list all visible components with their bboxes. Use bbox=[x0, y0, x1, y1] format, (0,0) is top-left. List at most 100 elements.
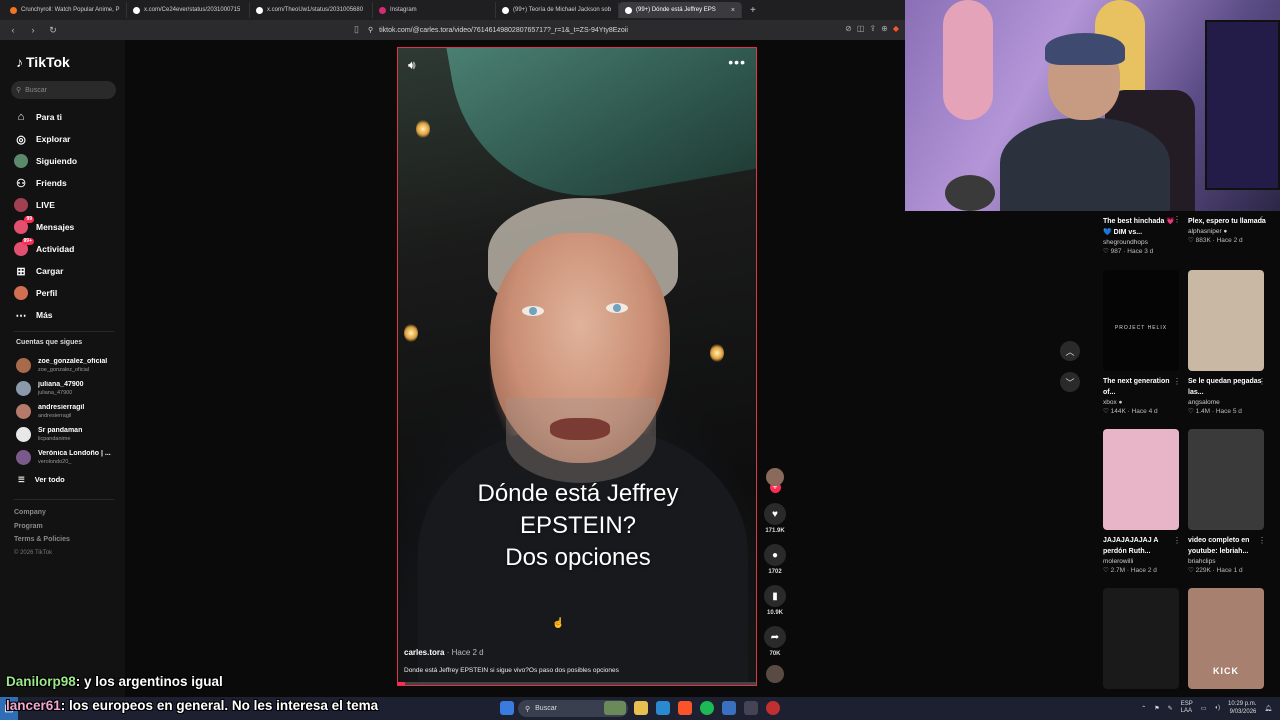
tray-app-icon[interactable]: ✎ bbox=[1168, 705, 1173, 712]
more-options-icon[interactable]: ⋮ bbox=[1173, 536, 1181, 545]
url-field[interactable]: ⚲ tiktok.com/@carles.tora/video/76146149… bbox=[368, 23, 808, 37]
network-icon[interactable]: ▭ bbox=[1201, 705, 1207, 712]
notification-bell-icon[interactable]: 🔔︎ bbox=[1264, 705, 1272, 712]
feed-user[interactable]: angsalome bbox=[1188, 399, 1266, 406]
following-item[interactable]: juliana_47900 juliana_47900 bbox=[16, 377, 121, 400]
back-icon[interactable]: ‹ bbox=[6, 25, 20, 35]
brave-icon[interactable] bbox=[678, 701, 692, 715]
tiktok-logo[interactable]: ♪ TikTok bbox=[16, 54, 70, 70]
footer-link-terms[interactable]: Terms & Policies bbox=[14, 533, 70, 547]
forward-icon[interactable]: › bbox=[26, 25, 40, 35]
more-options-icon[interactable]: ⋮ bbox=[1173, 215, 1181, 224]
feed-thumbnail[interactable] bbox=[1103, 429, 1179, 530]
site-info-icon[interactable]: ⚲ bbox=[368, 26, 373, 34]
more-options-icon[interactable]: ••• bbox=[728, 54, 746, 70]
feed-thumbnail[interactable]: PROJECT HELIX bbox=[1103, 270, 1179, 371]
footer-link-company[interactable]: Company bbox=[14, 506, 70, 520]
nav-item-friends[interactable]: ⚇ Friends bbox=[14, 172, 119, 194]
feed-card[interactable]: Se le quedan pegadas las... angsalome ♡ 1.… bbox=[1188, 270, 1266, 415]
scroll-down-button[interactable]: ﹀ bbox=[1060, 372, 1080, 392]
feed-thumbnail[interactable] bbox=[1188, 429, 1264, 530]
feed-card[interactable]: video completo en youtube: lebriah... bri… bbox=[1188, 429, 1266, 574]
browser-tab[interactable]: x.com/TheoUw1/status/2031005680 bbox=[250, 2, 373, 18]
language-indicator[interactable]: ESP LAA bbox=[1181, 701, 1193, 715]
feed-user[interactable]: shegroundhops bbox=[1103, 239, 1181, 246]
nav-item-cargar[interactable]: ⊞ Cargar bbox=[14, 260, 119, 282]
extension-icon[interactable]: ⊘ bbox=[845, 24, 852, 33]
share-arrow-icon[interactable]: ➦ bbox=[764, 626, 786, 648]
nav-item-para-ti[interactable]: ⌂ Para ti bbox=[14, 106, 119, 128]
feed-user[interactable]: briahclips bbox=[1188, 558, 1266, 565]
edge-icon[interactable] bbox=[656, 701, 670, 715]
nav-item-perfil[interactable]: Perfil bbox=[14, 282, 119, 304]
feed-card[interactable]: PROJECT HELIX The next generation of... xb… bbox=[1103, 270, 1181, 415]
following-item[interactable]: Sr pandaman licpandanime bbox=[16, 423, 121, 446]
bookmark-icon[interactable]: ▯ bbox=[354, 24, 359, 35]
app-icon[interactable] bbox=[722, 701, 736, 715]
feed-card[interactable]: The best hinchada 💗💙 DIM vs... shegroundh… bbox=[1103, 211, 1181, 255]
tab-close-icon[interactable]: × bbox=[731, 7, 735, 14]
volume-icon[interactable]: ◖) bbox=[1214, 705, 1220, 711]
folder-icon[interactable] bbox=[634, 701, 648, 715]
browser-tab[interactable]: (99+) Teoría de Michael Jackson sob bbox=[496, 2, 619, 18]
feed-card[interactable]: Plex, espero tu llamada alphasniper ● ♡ 88… bbox=[1188, 211, 1266, 244]
app-icon[interactable] bbox=[766, 701, 780, 715]
feed-thumbnail[interactable] bbox=[1103, 588, 1179, 689]
comment-icon[interactable]: ● bbox=[764, 544, 786, 566]
nav-item-live[interactable]: LIVE bbox=[14, 194, 119, 216]
volume-icon[interactable]: 🔊︎ bbox=[408, 58, 416, 73]
footer-link-program[interactable]: Program bbox=[14, 520, 70, 534]
video-player[interactable]: Dónde está Jeffrey EPSTEIN? Dos opciones… bbox=[397, 47, 757, 686]
shield-icon[interactable]: ◆ bbox=[893, 24, 899, 33]
more-options-icon[interactable]: ⋮ bbox=[1258, 536, 1266, 545]
scroll-up-button[interactable]: ︿ bbox=[1060, 341, 1080, 361]
feed-thumbnail[interactable]: KICK bbox=[1188, 588, 1264, 689]
feed-thumbnail[interactable] bbox=[1188, 270, 1264, 371]
nav-item-siguiendo[interactable]: Siguiendo bbox=[14, 150, 119, 172]
feed-card[interactable]: JAJAJAJAJAJ A perdón Ruth... molerowilli ♡… bbox=[1103, 429, 1181, 574]
more-options-icon[interactable]: ⋮ bbox=[1258, 377, 1266, 386]
spotify-icon[interactable] bbox=[700, 701, 714, 715]
more-options-icon[interactable]: ⋮ bbox=[1258, 215, 1266, 224]
start-windows-icon[interactable] bbox=[500, 701, 514, 715]
feed-card[interactable]: KICK bbox=[1188, 588, 1266, 689]
following-item[interactable]: Verónica Londoño | ... verolondo20_ bbox=[16, 446, 121, 469]
feed-user[interactable]: molerowilli bbox=[1103, 558, 1181, 565]
feed-user[interactable]: xbox ● bbox=[1103, 399, 1181, 406]
feed-user[interactable]: alphasniper ● bbox=[1188, 228, 1266, 235]
author-avatar[interactable] bbox=[766, 468, 784, 486]
following-handle: licpandanime bbox=[38, 435, 71, 442]
see-all-link[interactable]: ☰ Ver todo bbox=[18, 475, 65, 484]
browser-tab[interactable]: Instagram bbox=[373, 2, 496, 18]
extension-icon[interactable]: ◫ bbox=[857, 24, 865, 33]
clock[interactable]: 10:29 p.m. 9/03/2026 bbox=[1228, 700, 1256, 716]
widget-app-icon[interactable] bbox=[604, 701, 626, 715]
nav-item-más[interactable]: ⋯ Más bbox=[14, 304, 119, 326]
app-icon[interactable] bbox=[744, 701, 758, 715]
search-input[interactable]: ⚲ Buscar bbox=[11, 81, 116, 99]
nav-item-mensajes[interactable]: 99 Mensajes bbox=[14, 216, 119, 238]
nav-item-explorar[interactable]: ◎ Explorar bbox=[14, 128, 119, 150]
feed-card[interactable] bbox=[1103, 588, 1181, 689]
new-tab-icon[interactable]: + bbox=[750, 5, 756, 16]
video-progress-bar[interactable] bbox=[398, 682, 756, 685]
tray-app-icon[interactable]: ⚑ bbox=[1154, 705, 1159, 712]
following-item[interactable]: andresierragil andresierragil bbox=[16, 400, 121, 423]
tray-chevron-icon[interactable]: ⌃ bbox=[1141, 705, 1146, 712]
extension-icon[interactable]: ⊕ bbox=[881, 24, 888, 33]
browser-tab[interactable]: x.com/Ce24ever/status/2031000715 bbox=[127, 2, 250, 18]
tab-favicon-icon bbox=[10, 6, 17, 14]
video-author[interactable]: carles.tora · Hace 2 d bbox=[404, 648, 484, 657]
nav-item-actividad[interactable]: 99+ Actividad bbox=[14, 238, 119, 260]
bookmark-icon[interactable]: ▮ bbox=[764, 585, 786, 607]
browser-tab[interactable]: (99+) Dónde está Jeffrey EPS × bbox=[619, 2, 742, 18]
music-disc-icon[interactable] bbox=[766, 665, 784, 683]
video-description: Donde está Jeffrey EPSTEIN si sigue vivo… bbox=[404, 667, 619, 674]
following-item[interactable]: zoe_gonzalez_oficial zoe_gonzalez_oficial bbox=[16, 354, 121, 377]
browser-tab[interactable]: Crunchyroll: Watch Popular Anime, P bbox=[4, 2, 127, 18]
reload-icon[interactable]: ↻ bbox=[46, 25, 60, 36]
more-options-icon[interactable]: ⋮ bbox=[1173, 377, 1181, 386]
extension-icon[interactable]: ⇪ bbox=[869, 24, 876, 33]
like-heart-icon[interactable]: ♥ bbox=[764, 503, 786, 525]
tiktok-logo-text: TikTok bbox=[26, 54, 70, 70]
